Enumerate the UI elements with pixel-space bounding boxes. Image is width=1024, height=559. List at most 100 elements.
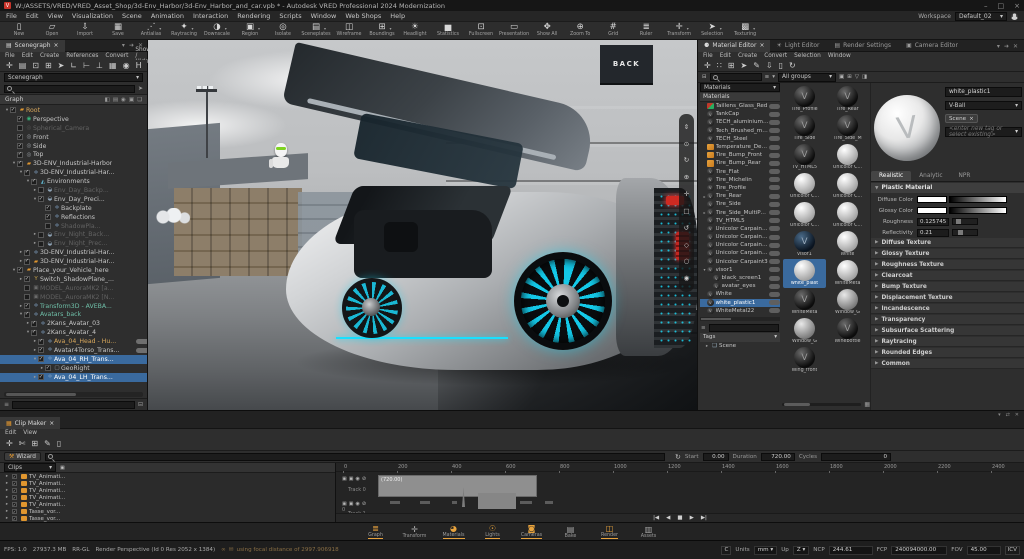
panel-menu-item[interactable]: Create [738, 53, 757, 59]
track-state-icon[interactable]: ▣ [349, 476, 354, 482]
panel-control-icon[interactable]: ▾ [122, 42, 125, 49]
menu-item[interactable]: Help [390, 12, 405, 20]
refresh-icon[interactable]: ↻ [675, 453, 681, 461]
scenegraph-tool-icon[interactable]: ⊥ [96, 61, 103, 70]
menu-item[interactable]: Window [311, 12, 337, 20]
toolbar-button[interactable]: ▱ Open [37, 23, 67, 37]
scenegraph-tool-icon[interactable]: ⊡ [32, 61, 39, 70]
visibility-checkbox[interactable]: ✓ [24, 170, 30, 176]
tree-row[interactable]: ✓ Backplate [0, 204, 147, 213]
tree-row[interactable]: ▾ ✓ 3D-ENV_Industrial-Harbor [0, 159, 147, 168]
clip-row[interactable]: ▸ ✓ TV_Animati... [0, 480, 335, 487]
material-row[interactable]: ▸ Tire_Side_MultiPass [700, 208, 780, 216]
panel-menu-item[interactable]: File [703, 53, 713, 59]
diffuse-gradient[interactable] [949, 196, 1007, 203]
editor-tab[interactable]: ☀ Light Editor [770, 40, 828, 52]
tree-row[interactable]: ✓ Reflections [0, 213, 147, 222]
tree-row[interactable]: ▾ ✓ 2Kans_Avatar_4 [0, 328, 147, 337]
expand-arrow-icon[interactable]: ▸ [4, 488, 10, 493]
module-button[interactable]: ◕ Materials [439, 524, 469, 540]
panel-menu-item[interactable]: File [5, 53, 15, 59]
visibility-checkbox[interactable]: ✓ [45, 223, 51, 229]
toolbar-button[interactable]: ⋰ Antialias [136, 23, 166, 37]
tree-row[interactable]: ▸ ✓ Ava_04_LH_Trans... [0, 373, 147, 382]
editor-tab[interactable]: ▣ Camera Editor [900, 40, 967, 52]
material-row[interactable]: Unicolor Carpaint_w [700, 249, 780, 257]
module-button[interactable]: ◙ Cameras [517, 524, 547, 540]
glossy-gradient[interactable] [949, 207, 1007, 214]
track-state-icon[interactable]: ⊘ [362, 501, 366, 507]
material-row[interactable]: Unicolor Carpaint_w [700, 241, 780, 249]
viewport-nav-icon[interactable]: ○ [684, 258, 690, 265]
tree-row[interactable]: ▸ ✓ Ava_04_Head - Hu... [0, 337, 147, 346]
timeline[interactable]: 0200400600800100012001400160018002000220… [336, 463, 1024, 522]
material-tool-icon[interactable]: ↻ [789, 61, 796, 70]
graph-header-icon[interactable]: ◧ [105, 97, 110, 103]
module-button[interactable]: ✛ Transform [400, 525, 430, 539]
visibility-checkbox[interactable]: ✓ [24, 303, 30, 309]
tag-chip[interactable]: Scene× [945, 114, 978, 123]
tree-row[interactable]: ▾ ✓ Place_your_Vehicle_here [0, 266, 147, 275]
cycles-input[interactable]: 0 [821, 453, 891, 461]
shading-mode-tab[interactable]: NPR [951, 171, 979, 181]
collapsed-section-header[interactable]: ▶ Rounded Edges [871, 348, 1024, 358]
horizontal-scrollbar[interactable] [4, 392, 143, 397]
scenegraph-tool-icon[interactable]: ◉ [123, 61, 130, 70]
material-row[interactable]: white_plastic1 [700, 299, 780, 307]
clip-tool-icon[interactable]: ✎ [44, 439, 51, 448]
tab-close-icon[interactable]: × [54, 42, 59, 49]
material-filter-input[interactable] [709, 324, 779, 332]
expand-arrow-icon[interactable]: ▸ [4, 516, 10, 521]
material-row[interactable]: Tire_Bump_Rear [700, 159, 780, 167]
tree-row[interactable]: ▸ ✓ Env_Night_Back... [0, 230, 147, 239]
material-row[interactable]: avatar_eyes [700, 282, 780, 290]
material-row[interactable]: Tire_Bump_Front [700, 151, 780, 159]
collapsed-section-header[interactable]: ▶ Bump Texture [871, 282, 1024, 292]
tree-row[interactable]: ✓ ShadowPla... [0, 222, 147, 231]
visibility-checkbox[interactable]: ✓ [10, 107, 16, 113]
menu-item[interactable]: Web Shops [345, 12, 381, 20]
material-thumbnail[interactable]: Unicolor C... [826, 143, 869, 172]
material-row[interactable]: Unicolor Carpaint_Sl [700, 233, 780, 241]
shading-mode-tab[interactable]: Realistic [871, 171, 911, 181]
visibility-checkbox[interactable]: ✓ [17, 134, 23, 140]
material-row[interactable]: WhiteMetal22 [700, 307, 780, 315]
tree-row[interactable]: ✓ Side [0, 142, 147, 151]
tag-input[interactable]: <enter new tag or select existing>▾ [945, 127, 1022, 137]
material-tool-icon[interactable]: ➤ [741, 61, 748, 70]
toolbar-button[interactable]: ▦ Save [103, 23, 133, 37]
graph-header-icon[interactable]: ▣ [129, 97, 134, 103]
material-row[interactable]: Taillens_Glass_Red [700, 102, 780, 110]
expand-arrow-icon[interactable]: ▸ [4, 495, 10, 500]
panel-menu-item[interactable]: Window [828, 53, 851, 59]
minimize-button[interactable]: – [984, 2, 988, 10]
collapsed-section-header[interactable]: ▶ Glossy Texture [871, 249, 1024, 259]
collapsed-section-header[interactable]: ▶ Roughness Texture [871, 260, 1024, 270]
visibility-checkbox[interactable]: ✓ [17, 143, 23, 149]
collapsed-section-header[interactable]: ▶ Transparency [871, 315, 1024, 325]
visibility-checkbox[interactable]: ✓ [24, 285, 30, 291]
clips-select[interactable]: Clips▾ [4, 463, 56, 472]
viewport-nav-icon[interactable]: ⊙ [684, 141, 689, 148]
playback-button[interactable]: ▶| [701, 515, 707, 521]
panel-control-icon[interactable]: ➜ [1004, 43, 1009, 50]
timeline-ruler[interactable]: 0200400600800100012001400160018002000220… [336, 463, 1024, 472]
clip-tool-icon[interactable]: ▯ [57, 439, 61, 448]
material-row[interactable]: TECH_aluminium_m [700, 118, 780, 126]
clip-row[interactable]: ▸ ✓ TV_Animati... [0, 473, 335, 480]
toolbar-button[interactable]: ▅ Statistics [433, 23, 463, 37]
material-row[interactable]: TankCap [700, 110, 780, 118]
glossy-color-swatch[interactable] [917, 207, 947, 214]
viewport-render[interactable]: BACK ⇕⊙↻⊕✛□↺◇○◉ [148, 40, 697, 410]
tree-row[interactable]: ▸ ✓ Env_Night_Prec... [0, 239, 147, 248]
material-row[interactable]: Tire_Michelin [700, 176, 780, 184]
toolbar-button[interactable]: ☀ Headlight [400, 23, 430, 37]
module-button[interactable]: ▥ Assets [634, 525, 664, 539]
playback-button[interactable]: ■ [677, 515, 682, 521]
graph-header-icon[interactable]: ❏ [137, 97, 142, 103]
panel-menu-item[interactable]: Convert [764, 53, 787, 59]
tree-row[interactable]: ▾ ✓ Env_Day_Preci... [0, 195, 147, 204]
visibility-checkbox[interactable]: ✓ [45, 214, 51, 220]
material-tool-icon[interactable]: ∷ [717, 61, 722, 70]
panel-menu-item[interactable]: Edit [5, 430, 16, 436]
